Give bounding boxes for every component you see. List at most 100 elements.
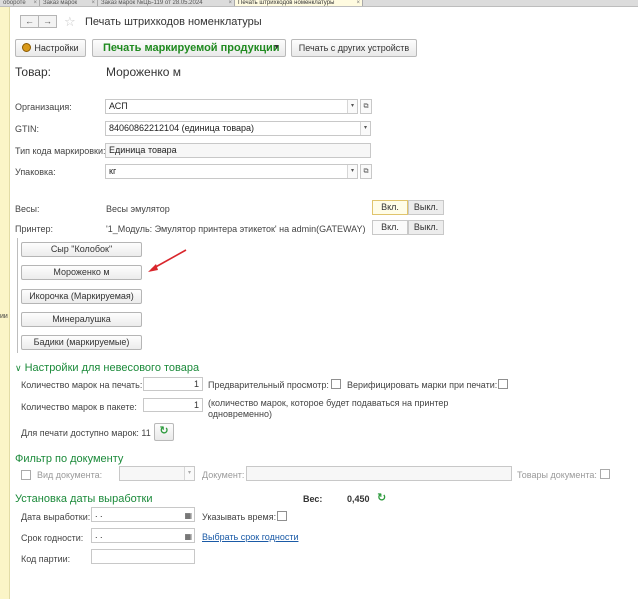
- doc-label: Документ:: [202, 470, 245, 480]
- production-date-title: Установка даты выработки: [15, 493, 153, 505]
- production-date-label: Дата выработки:: [21, 512, 91, 522]
- back-button[interactable]: ←: [20, 15, 39, 28]
- close-icon[interactable]: ×: [91, 0, 95, 6]
- annotation-arrow-icon: [148, 249, 187, 272]
- pack-value: кг: [109, 166, 117, 176]
- doc-goods-checkbox: [600, 469, 610, 479]
- calendar-icon[interactable]: ▦: [184, 530, 192, 542]
- batch-code-label: Код партии:: [21, 554, 71, 564]
- doc-goods-label: Товары документа:: [517, 470, 597, 480]
- product-button-icecream[interactable]: Мороженко м: [21, 265, 142, 280]
- gtin-label: GTIN:: [15, 124, 39, 134]
- production-date-input[interactable]: . . ▦: [91, 507, 195, 522]
- doc-type-label: Вид документа:: [37, 470, 103, 480]
- dropdown-icon[interactable]: ▾: [347, 165, 357, 178]
- settings-button[interactable]: Настройки: [15, 39, 86, 57]
- dropdown-icon: ▾: [184, 467, 194, 480]
- nonweight-title-text: Настройки для невесового товара: [24, 362, 200, 374]
- pack-mark-count-input[interactable]: 1: [143, 398, 203, 412]
- gtin-field[interactable]: 84060862212104 (единица товара) ▾: [105, 121, 371, 136]
- mark-count-input[interactable]: 1: [143, 377, 203, 391]
- open-link-icon[interactable]: ⧉: [360, 164, 372, 179]
- print-marked-label: Печать маркируемой продукции: [103, 42, 280, 54]
- weight-refresh-button[interactable]: ↻: [377, 491, 386, 504]
- scales-on-toggle[interactable]: Вкл.: [372, 200, 408, 215]
- tab-label: оборотe: [3, 0, 26, 6]
- close-icon[interactable]: ×: [228, 0, 232, 6]
- scales-label: Весы:: [15, 204, 40, 214]
- batch-code-input[interactable]: [91, 549, 195, 564]
- pack-note-line2: одновременно): [208, 409, 272, 419]
- favorite-star-icon[interactable]: ☆: [64, 14, 76, 30]
- verify-checkbox[interactable]: [498, 379, 508, 389]
- product-button-caviar[interactable]: Икорочка (Маркируемая): [21, 289, 142, 304]
- print-other-label: Печать с других устройств: [298, 43, 410, 53]
- code-type-label: Тип кода маркировки:: [15, 146, 106, 156]
- dropdown-arrow-icon[interactable]: ▼: [273, 40, 280, 56]
- dropdown-icon[interactable]: ▾: [347, 100, 357, 113]
- printer-label: Принтер:: [15, 224, 54, 234]
- settings-button-label: Настройки: [34, 43, 79, 53]
- product-buttons-divider: [17, 238, 18, 353]
- open-link-icon[interactable]: ⧉: [360, 99, 372, 114]
- show-time-label: Указывать время:: [202, 512, 277, 522]
- dropdown-icon[interactable]: ▾: [360, 122, 370, 135]
- doc-filter-title: Фильтр по документу: [15, 453, 124, 465]
- tab-turnover[interactable]: оборотe ×: [0, 0, 40, 6]
- product-label: Товар:: [15, 65, 51, 79]
- chevron-down-icon: ∨: [15, 363, 22, 373]
- doc-type-checkbox[interactable]: [21, 470, 31, 480]
- left-panel-strip: ии: [0, 7, 10, 599]
- expiry-label: Срок годности:: [21, 533, 84, 543]
- tab-mark-order[interactable]: Заказ марок ×: [40, 0, 98, 6]
- tab-print-barcodes[interactable]: Печать штрихкодов номенклатуры ×: [235, 0, 363, 6]
- expiry-value: . .: [95, 530, 103, 540]
- pack-mark-count-label: Количество марок в пакете:: [21, 402, 137, 412]
- tab-label: Печать штрихкодов номенклатуры: [238, 0, 335, 6]
- printer-on-toggle[interactable]: Вкл.: [372, 220, 408, 235]
- org-field[interactable]: АСП ▾: [105, 99, 358, 114]
- arrow-left-icon: ←: [25, 16, 34, 26]
- close-icon[interactable]: ×: [33, 0, 37, 6]
- tab-mark-order-doc[interactable]: Заказ марок №ЦБ-119 от 28.05.2024 ×: [98, 0, 235, 6]
- printer-off-toggle[interactable]: Выкл.: [408, 220, 444, 235]
- tab-label: Заказ марок №ЦБ-119 от 28.05.2024: [101, 0, 203, 6]
- preview-checkbox[interactable]: [331, 379, 341, 389]
- arrow-right-icon: →: [43, 16, 52, 26]
- refresh-icon: ↻: [377, 492, 387, 504]
- forward-button[interactable]: →: [38, 15, 57, 28]
- printer-value: '1_Модуль: Эмулятор принтера этикеток' н…: [106, 224, 366, 234]
- available-marks-label: Для печати доступно марок: 11: [21, 428, 151, 438]
- calendar-icon[interactable]: ▦: [184, 509, 192, 521]
- org-label: Организация:: [15, 102, 72, 112]
- verify-label: Верифицировать марки при печати:: [347, 380, 498, 390]
- product-value: Мороженко м: [106, 65, 181, 79]
- preview-label: Предварительный просмотр:: [208, 380, 329, 390]
- mark-count-label: Количество марок на печать:: [21, 380, 143, 390]
- refresh-button[interactable]: ↻: [154, 423, 174, 441]
- left-panel-text: ии: [0, 313, 8, 320]
- product-button-cheese[interactable]: Сыр "Колобок": [21, 242, 142, 257]
- doc-field: [246, 466, 512, 481]
- scales-off-toggle[interactable]: Выкл.: [408, 200, 444, 215]
- page-title: Печать штрихкодов номенклатуры: [85, 16, 262, 28]
- pack-field[interactable]: кг ▾: [105, 164, 358, 179]
- expiry-input[interactable]: . . ▦: [91, 528, 195, 543]
- production-date-value: . .: [95, 509, 103, 519]
- settings-icon: [22, 43, 32, 52]
- product-button-mineral[interactable]: Минералушка: [21, 312, 142, 327]
- nonweight-section-title[interactable]: ∨ Настройки для невесового товара: [15, 362, 199, 374]
- tab-label: Заказ марок: [43, 0, 78, 6]
- weight-label: Вес:: [303, 494, 323, 504]
- close-icon[interactable]: ×: [356, 0, 360, 6]
- print-other-devices-button[interactable]: Печать с других устройств: [291, 39, 417, 57]
- choose-expiry-link[interactable]: Выбрать срок годности: [202, 532, 298, 542]
- print-marked-button[interactable]: Печать маркируемой продукции ▼: [92, 39, 286, 57]
- weight-value: 0,450: [347, 494, 370, 504]
- scales-value: Весы эмулятор: [106, 204, 170, 214]
- pack-label: Упаковка:: [15, 167, 56, 177]
- pack-note-line1: (количество марок, которое будет подават…: [208, 398, 449, 408]
- product-button-badiki[interactable]: Бадики (маркируемые): [21, 335, 142, 350]
- show-time-checkbox[interactable]: [277, 511, 287, 521]
- tab-strip: оборотe × Заказ марок × Заказ марок №ЦБ-11…: [0, 0, 638, 7]
